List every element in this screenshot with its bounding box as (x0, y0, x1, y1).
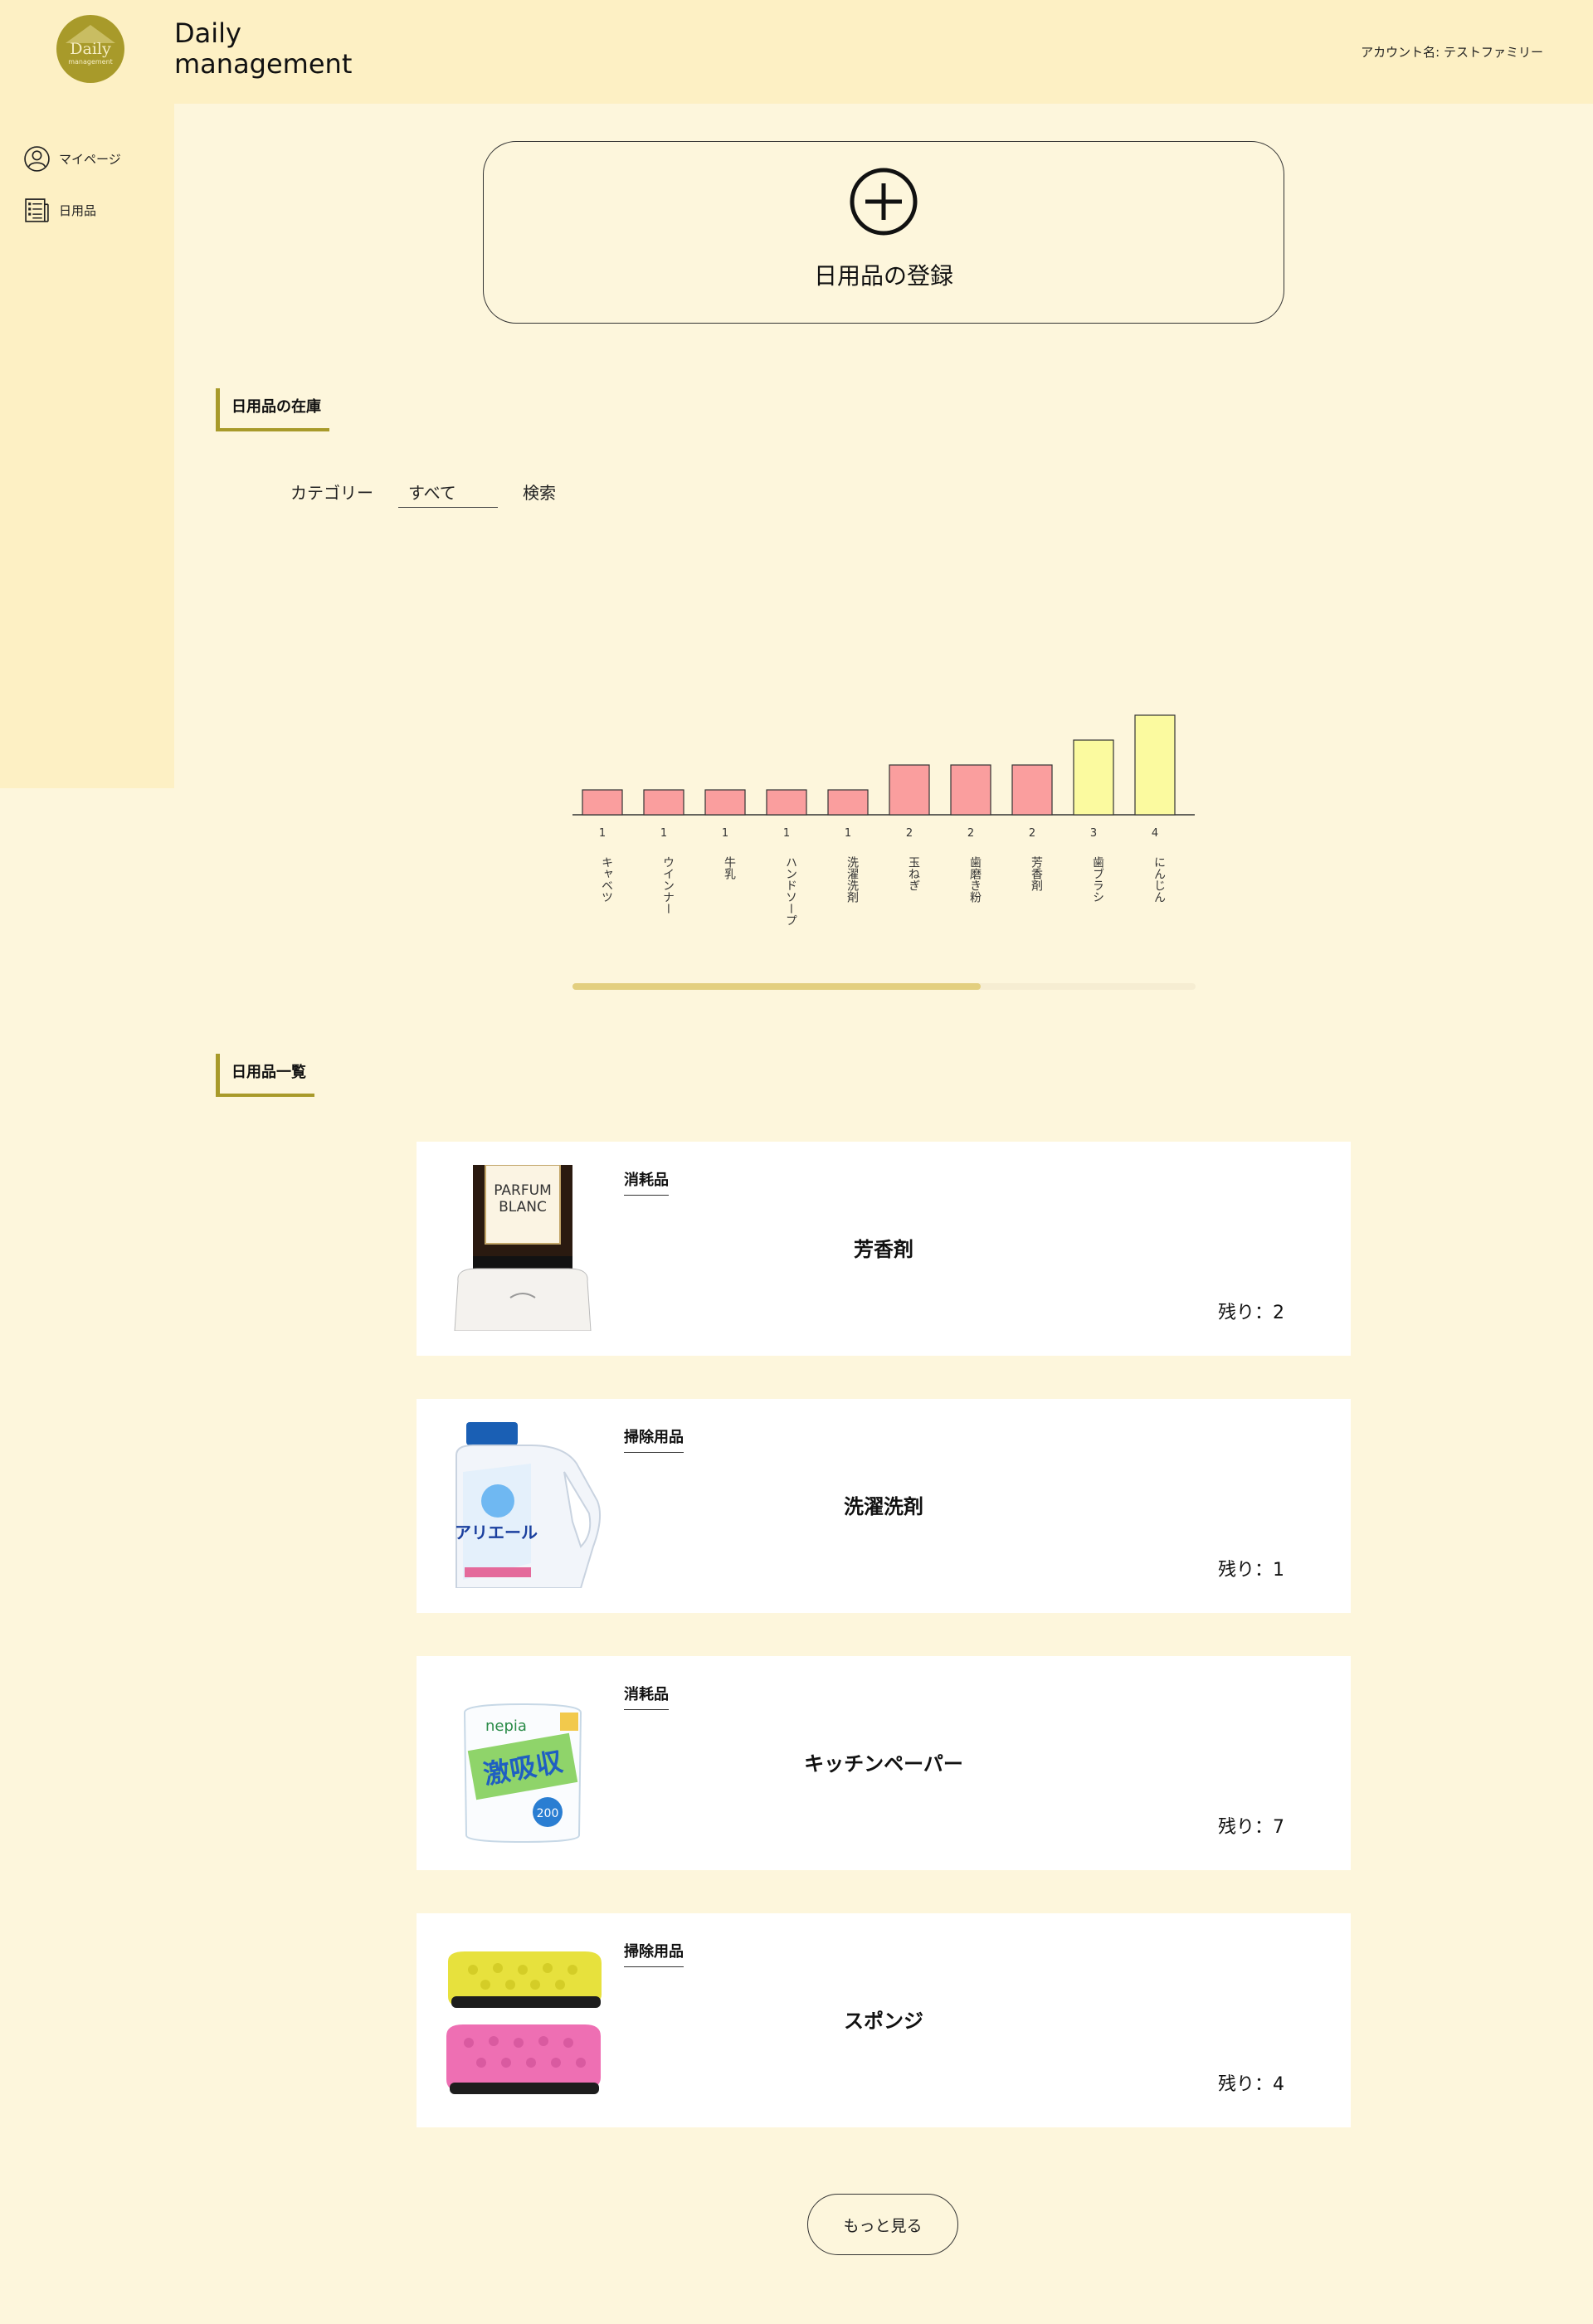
chart-value-label: 1 (845, 827, 851, 840)
chart-bar (643, 789, 684, 816)
chart-category-label: にんじん (1152, 856, 1166, 903)
register-label: 日用品の登録 (813, 262, 953, 290)
item-card[interactable]: 掃除用品 スポンジ 残り：4 (417, 1913, 1351, 2127)
chart-value-label: 2 (906, 827, 913, 840)
item-remaining: 残り：7 (1218, 1817, 1284, 1838)
header: Daily management Daily management アカウント名… (0, 0, 1593, 104)
chart-value-label: 1 (783, 827, 790, 840)
show-more-button[interactable]: もっと見る (807, 2194, 958, 2255)
chart-bar (766, 789, 807, 816)
sidebar-item-daily-goods[interactable]: 日用品 (23, 197, 96, 224)
chart-bar (582, 789, 623, 816)
chart-value-label: 2 (1029, 827, 1035, 840)
item-name: 芳香剤 (854, 1238, 913, 1261)
app-title-line2: management (174, 48, 353, 80)
search-button[interactable]: 検索 (523, 480, 556, 504)
chart-category-label: ウインナー (661, 856, 675, 914)
item-remaining: 残り：4 (1218, 2074, 1284, 2095)
item-category: 掃除用品 (624, 1425, 684, 1453)
list-icon (25, 198, 49, 222)
logo-main-text: Daily (70, 39, 111, 58)
app-title-line1: Daily (174, 17, 241, 49)
chart-category-label: 芳香剤 (1030, 855, 1043, 892)
item-remaining: 残り：2 (1218, 1303, 1284, 1323)
plus-circle-icon (850, 168, 918, 236)
chart-bar (1073, 739, 1114, 816)
item-category: 掃除用品 (624, 1940, 684, 1967)
chart-category-label: 歯ブラシ (1091, 856, 1104, 903)
sidebar-item-mypage[interactable]: マイページ (23, 145, 121, 173)
item-card[interactable]: アリエール 掃除用品 洗濯洗剤 残り：1 (417, 1399, 1351, 1613)
svg-text:200: 200 (537, 1807, 559, 1820)
item-card[interactable]: nepia 激吸収 200 消耗品 キッチンペーパー 残り：7 (417, 1656, 1351, 1870)
chart-bar (889, 764, 930, 816)
app-logo[interactable]: Daily management (56, 15, 124, 83)
paper-brand-label: nepia (485, 1717, 527, 1735)
item-name: 洗濯洗剤 (844, 1495, 923, 1518)
item-card[interactable]: PARFUM BLANC 消耗品 芳香剤 残り：2 (417, 1142, 1351, 1356)
logo-sub-text: management (68, 57, 113, 66)
sidebar-item-label: マイページ (59, 152, 121, 167)
chart-category-label: 玉ねぎ (907, 856, 920, 891)
chart-value-label: 1 (660, 827, 667, 840)
item-remaining: 残り：1 (1218, 1560, 1284, 1581)
sidebar: マイページ 日用品 (0, 104, 174, 788)
chart-category-label: ハンドソープ (784, 856, 797, 926)
chart-scrollbar-thumb[interactable] (572, 983, 981, 990)
chart-value-label: 4 (1152, 827, 1158, 840)
perfume-label-line1: PARFUM (494, 1182, 552, 1199)
sidebar-item-label: 日用品 (59, 203, 97, 218)
chart-value-label: 2 (967, 827, 974, 840)
detergent-label: アリエール (455, 1523, 538, 1542)
user-icon (24, 146, 50, 172)
item-name: キッチンペーパー (804, 1752, 963, 1776)
chart-category-label: キャベツ (600, 856, 613, 903)
chart-bar (950, 764, 991, 816)
category-filter-label: カテゴリー (290, 483, 373, 503)
account-name: アカウント名: テストファミリー (1361, 45, 1543, 60)
item-name: スポンジ (844, 2010, 923, 2033)
chart-value-label: 3 (1090, 827, 1097, 840)
item-category: 消耗品 (624, 1168, 669, 1196)
chart-category-label: 洗濯洗剤 (845, 856, 859, 904)
stock-bar-chart: 1 キャベツ 1 ウインナー 1 牛乳 1 ハンドソープ 1 洗濯洗剤 2 玉ねぎ 2 歯磨き粉 2 芳香剤 3… (572, 714, 1195, 926)
item-category: 消耗品 (624, 1683, 669, 1710)
chart-bar (827, 789, 869, 816)
perfume-label-line2: BLANC (499, 1199, 547, 1216)
chart-bar (1134, 714, 1176, 816)
chart-scrollbar[interactable] (572, 983, 1196, 990)
category-select[interactable]: すべて (398, 471, 498, 508)
list-section-title: 日用品一覧 (216, 1054, 314, 1097)
stock-section-title: 日用品の在庫 (216, 388, 329, 431)
chart-category-label: 歯磨き粉 (968, 856, 982, 904)
chart-value-label: 1 (722, 827, 728, 840)
chart-bar (1011, 764, 1053, 816)
chart-category-label: 牛乳 (723, 856, 736, 879)
chart-value-label: 1 (599, 827, 606, 840)
chart-bar (704, 789, 746, 816)
register-item-button[interactable]: 日用品の登録 (483, 141, 1284, 324)
app-title: Daily management (174, 18, 352, 80)
